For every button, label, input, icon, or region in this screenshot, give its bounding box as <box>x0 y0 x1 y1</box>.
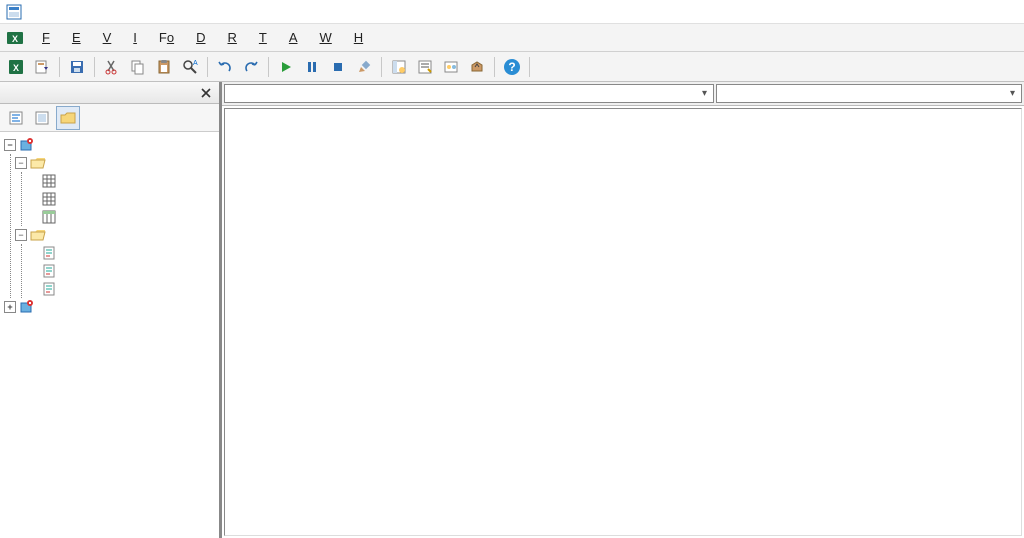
menu-format[interactable]: Fo <box>149 27 184 48</box>
collapse-icon[interactable]: − <box>15 157 27 169</box>
main-area: − − <box>0 82 1024 538</box>
svg-text:X: X <box>13 63 19 73</box>
copy-button[interactable] <box>126 55 150 79</box>
toolbox-button[interactable] <box>465 55 489 79</box>
svg-text:?: ? <box>508 60 515 74</box>
vba-project-icon <box>19 299 35 315</box>
project-explorer: − − <box>0 82 220 538</box>
tree-modules[interactable]: − <box>13 226 217 244</box>
reset-button[interactable] <box>326 55 350 79</box>
worksheet-icon <box>41 173 57 189</box>
project-tree[interactable]: − − <box>0 132 219 538</box>
folder-open-icon <box>30 227 46 243</box>
collapse-icon[interactable]: − <box>4 139 16 151</box>
run-button[interactable] <box>274 55 298 79</box>
tree-sheet1[interactable] <box>24 172 217 190</box>
tree-module1[interactable] <box>24 244 217 262</box>
design-mode-button[interactable] <box>352 55 376 79</box>
help-button[interactable]: ? <box>500 55 524 79</box>
tree-module3[interactable] <box>24 280 217 298</box>
tree-sheet2[interactable] <box>24 190 217 208</box>
tree-module2[interactable] <box>24 262 217 280</box>
procedure-dropdown[interactable]: ▾ <box>716 84 1022 103</box>
tree-excel-objects[interactable]: − <box>13 154 217 172</box>
toolbar-separator <box>59 57 60 77</box>
module-icon <box>41 245 57 261</box>
vba-project-icon <box>19 137 35 153</box>
undo-button[interactable] <box>213 55 237 79</box>
break-button[interactable] <box>300 55 324 79</box>
worksheet-icon <box>41 191 57 207</box>
project-explorer-title-bar <box>0 82 219 104</box>
tree-vbaproject-book1[interactable]: − <box>2 136 217 154</box>
object-dropdown[interactable]: ▾ <box>224 84 714 103</box>
title-bar <box>0 0 1024 24</box>
toolbar-separator <box>494 57 495 77</box>
project-explorer-toolbar <box>0 104 219 132</box>
menu-edit[interactable]: E <box>62 27 91 48</box>
view-object-button[interactable] <box>30 106 54 130</box>
expand-icon[interactable]: + <box>4 301 16 313</box>
find-button[interactable]: A <box>178 55 202 79</box>
code-pane: ▾ ▾ <box>220 82 1024 538</box>
menu-file[interactable]: F <box>32 27 60 48</box>
menu-view[interactable]: V <box>93 27 122 48</box>
insert-module-button[interactable] <box>30 55 54 79</box>
paste-button[interactable] <box>152 55 176 79</box>
toolbar-separator <box>94 57 95 77</box>
module-icon <box>41 263 57 279</box>
chevron-down-icon: ▾ <box>702 88 707 99</box>
save-button[interactable] <box>65 55 89 79</box>
code-editor[interactable] <box>224 108 1022 536</box>
menu-window[interactable]: W <box>310 27 342 48</box>
app-icon <box>6 4 22 20</box>
chevron-down-icon: ▾ <box>1010 88 1015 99</box>
view-excel-button[interactable]: X <box>4 55 28 79</box>
toggle-folders-button[interactable] <box>56 106 80 130</box>
toolbar-separator <box>381 57 382 77</box>
collapse-icon[interactable]: − <box>15 229 27 241</box>
tree-vbaproject-template[interactable]: + <box>2 298 217 316</box>
tree-thisworkbook[interactable] <box>24 208 217 226</box>
cut-button[interactable] <box>100 55 124 79</box>
toolbar-separator <box>268 57 269 77</box>
menu-tools[interactable]: T <box>249 27 277 48</box>
menu-insert[interactable]: I <box>123 27 147 48</box>
toolbar: X A ? <box>0 52 1024 82</box>
svg-text:A: A <box>193 60 198 67</box>
redo-button[interactable] <box>239 55 263 79</box>
workbook-icon <box>41 209 57 225</box>
svg-text:X: X <box>12 34 18 44</box>
menu-addins[interactable]: A <box>279 27 308 48</box>
toolbar-separator <box>207 57 208 77</box>
toolbar-separator <box>529 57 530 77</box>
object-browser-button[interactable] <box>439 55 463 79</box>
folder-open-icon <box>30 155 46 171</box>
excel-switch-icon[interactable]: X <box>4 29 26 47</box>
code-dropdowns: ▾ ▾ <box>222 82 1024 106</box>
menu-help[interactable]: H <box>344 27 373 48</box>
menu-debug[interactable]: D <box>186 27 215 48</box>
view-code-button[interactable] <box>4 106 28 130</box>
project-explorer-close-button[interactable] <box>197 84 215 102</box>
properties-button[interactable] <box>413 55 437 79</box>
menu-bar: X F E V I Fo D R T A W H <box>0 24 1024 52</box>
module-icon <box>41 281 57 297</box>
menu-run[interactable]: R <box>218 27 247 48</box>
project-explorer-button[interactable] <box>387 55 411 79</box>
